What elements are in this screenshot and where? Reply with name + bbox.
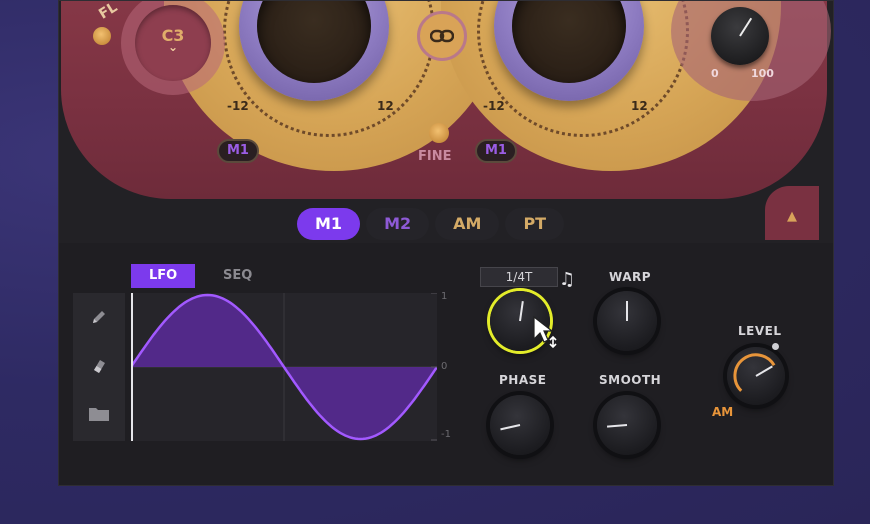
coarse-scale-max: 12 <box>377 99 394 113</box>
pitch-note-selector[interactable]: C3 ⌄ <box>135 5 211 81</box>
mouse-cursor-icon <box>533 315 557 349</box>
mix-knob[interactable] <box>711 7 769 65</box>
oscillator-toggle-dot[interactable] <box>93 27 111 45</box>
tempo-sync-icon[interactable]: ♫ <box>559 269 575 290</box>
phase-knob-indicator <box>500 424 521 431</box>
tab-am[interactable]: AM <box>435 208 500 240</box>
fine-label: FINE <box>418 149 452 164</box>
mix-knob-indicator <box>739 17 753 37</box>
tab-m2[interactable]: M2 <box>366 208 430 240</box>
warp-knob[interactable] <box>597 291 657 351</box>
range-label-bottom: -1 <box>441 429 451 440</box>
oscillator-section: -12 12 -12 12 FL C3 ⌄ FINE M1 M1 0 100 ▲ <box>59 1 833 243</box>
tab-seq[interactable]: SEQ <box>205 264 270 288</box>
synth-panel: -12 12 -12 12 FL C3 ⌄ FINE M1 M1 0 100 ▲ <box>58 0 834 486</box>
link-icon <box>430 29 454 43</box>
shape-toolbar <box>73 293 125 441</box>
mix-scale-max: 100 <box>751 67 774 80</box>
preset-folder-button[interactable] <box>87 405 111 429</box>
fine-scale-max: 12 <box>631 99 648 113</box>
chevron-down-icon: ⌄ <box>167 40 179 54</box>
rate-display[interactable]: 1/4T <box>480 267 558 287</box>
range-label-top: 1 <box>441 291 448 302</box>
mod-tabs: M1 M2 AM PT <box>297 208 565 240</box>
lfo-waveform-editor[interactable] <box>131 293 437 441</box>
smooth-knob[interactable] <box>597 395 657 455</box>
tab-m1[interactable]: M1 <box>297 208 361 240</box>
warp-knob-indicator <box>626 301 628 321</box>
fine-toggle-dot[interactable] <box>429 123 449 143</box>
fine-scale-min: -12 <box>483 99 505 113</box>
tab-pt[interactable]: PT <box>505 208 565 240</box>
coarse-mod-badge[interactable]: M1 <box>217 139 259 163</box>
level-knob[interactable] <box>727 347 785 405</box>
phase-label: PHASE <box>499 373 547 387</box>
eraser-tool-button[interactable] <box>87 355 111 379</box>
level-mod-dot <box>772 343 779 350</box>
link-button[interactable] <box>417 11 467 61</box>
pencil-tool-button[interactable] <box>87 307 111 331</box>
phase-knob[interactable] <box>490 395 550 455</box>
smooth-knob-indicator <box>606 424 628 428</box>
warp-label: WARP <box>609 270 652 284</box>
eraser-icon <box>94 360 105 373</box>
rate-knob-indicator <box>519 301 524 322</box>
coarse-scale-min: -12 <box>227 99 249 113</box>
level-label: LEVEL <box>738 324 782 338</box>
mix-scale-min: 0 <box>711 67 719 80</box>
modulator-section: LFO SEQ 1 0 -1 1/4T ♫ WARP PHASE SMOOTH … <box>59 243 833 485</box>
fine-mod-badge[interactable]: M1 <box>475 139 517 163</box>
collapse-button[interactable]: ▲ <box>765 186 819 240</box>
pencil-icon <box>93 311 105 323</box>
tab-lfo[interactable]: LFO <box>131 264 196 288</box>
range-label-mid: 0 <box>441 361 448 372</box>
triangle-up-icon: ▲ <box>787 209 797 224</box>
folder-icon <box>89 408 109 421</box>
level-mod-source: AM <box>712 405 734 419</box>
smooth-label: SMOOTH <box>599 373 662 387</box>
